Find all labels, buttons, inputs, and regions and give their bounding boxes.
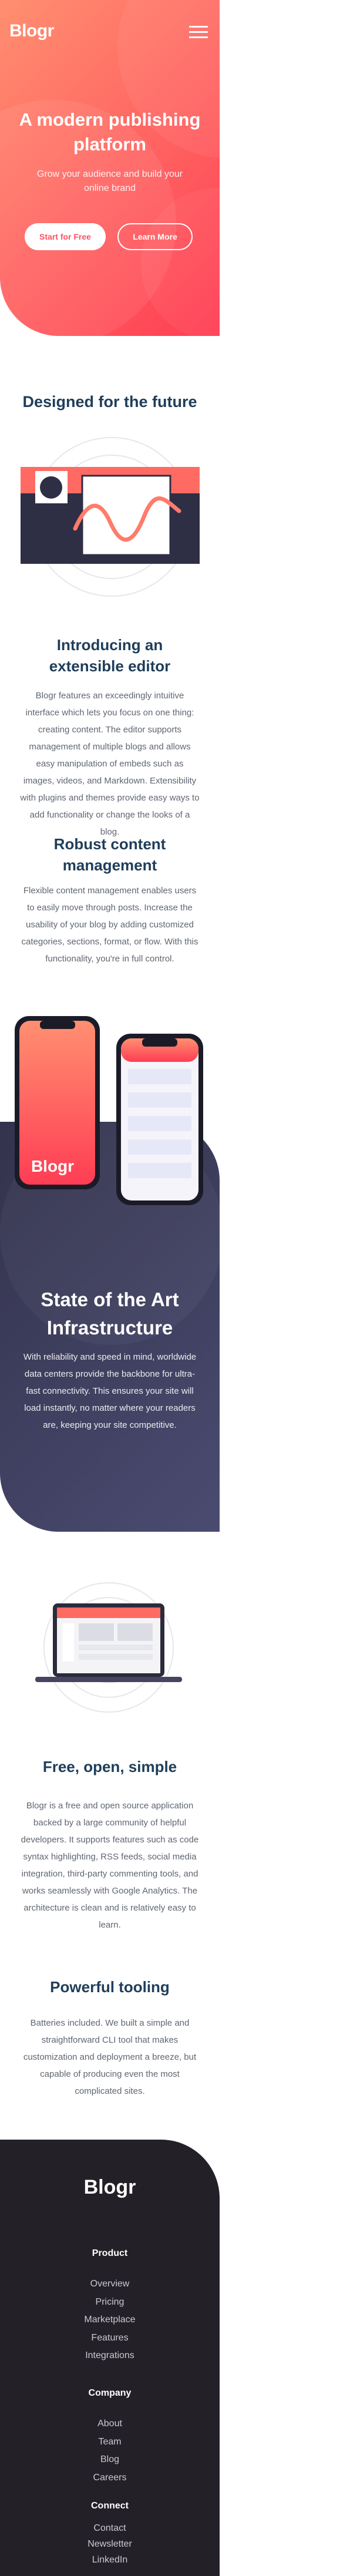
hamburger-icon[interactable] [189,26,208,39]
infrastructure-text: With reliability and speed in mind, worl… [23,1352,197,1430]
free-open-simple-text: Blogr is a free and open source applicat… [21,1801,199,1930]
footer-link-team[interactable]: Team [0,2437,220,2447]
site-logo[interactable]: Blogr [9,21,54,41]
footer-heading-connect: Connect [91,2501,129,2511]
footer-link-careers[interactable]: Careers [0,2473,220,2483]
free-open-simple-title: Free, open, simple [42,1758,177,1775]
footer-link-linkedin[interactable]: LinkedIn [0,2555,220,2565]
footer-link-newsletter[interactable]: Newsletter [0,2539,220,2550]
footer-link-overview[interactable]: Overview [0,2279,220,2289]
footer-link-features[interactable]: Features [0,2333,220,2343]
footer-link-contact[interactable]: Contact [0,2523,220,2534]
laptop-illustration [35,1582,182,1713]
phone-logo: Blogr [31,1157,75,1175]
section-heading-future: Designed for the future [22,393,197,411]
footer-heading-company: Company [88,2388,132,2398]
hero-title: A modern publishing platform [19,109,201,154]
learn-more-button[interactable]: Learn More [117,223,193,250]
editor-text: Blogr features an exceedingly intuitive … [20,691,200,837]
infrastructure-title: State of the Art Infrastructure [41,1289,179,1339]
footer-link-integrations[interactable]: Integrations [0,2350,220,2361]
footer-heading-product: Product [92,2248,128,2258]
robust-title: Robust content management [53,835,166,874]
footer-link-about[interactable]: About [0,2419,220,2429]
phones-illustration [15,1016,203,1205]
hero-subtitle: Grow your audience and build your online… [36,169,183,193]
editor-illustration [21,437,200,597]
footer-link-marketplace[interactable]: Marketplace [0,2315,220,2325]
footer-link-blog[interactable]: Blog [0,2454,220,2465]
powerful-tooling-text: Batteries included. We built a simple an… [23,2018,197,2096]
robust-text: Flexible content management enables user… [21,886,198,964]
start-for-free-button[interactable]: Start for Free [25,223,106,250]
footer-logo[interactable]: Blogr [0,2176,220,2199]
footer-link-pricing[interactable]: Pricing [0,2297,220,2308]
powerful-tooling-title: Powerful tooling [50,1978,170,1996]
editor-title: Introducing an extensible editor [49,636,171,675]
